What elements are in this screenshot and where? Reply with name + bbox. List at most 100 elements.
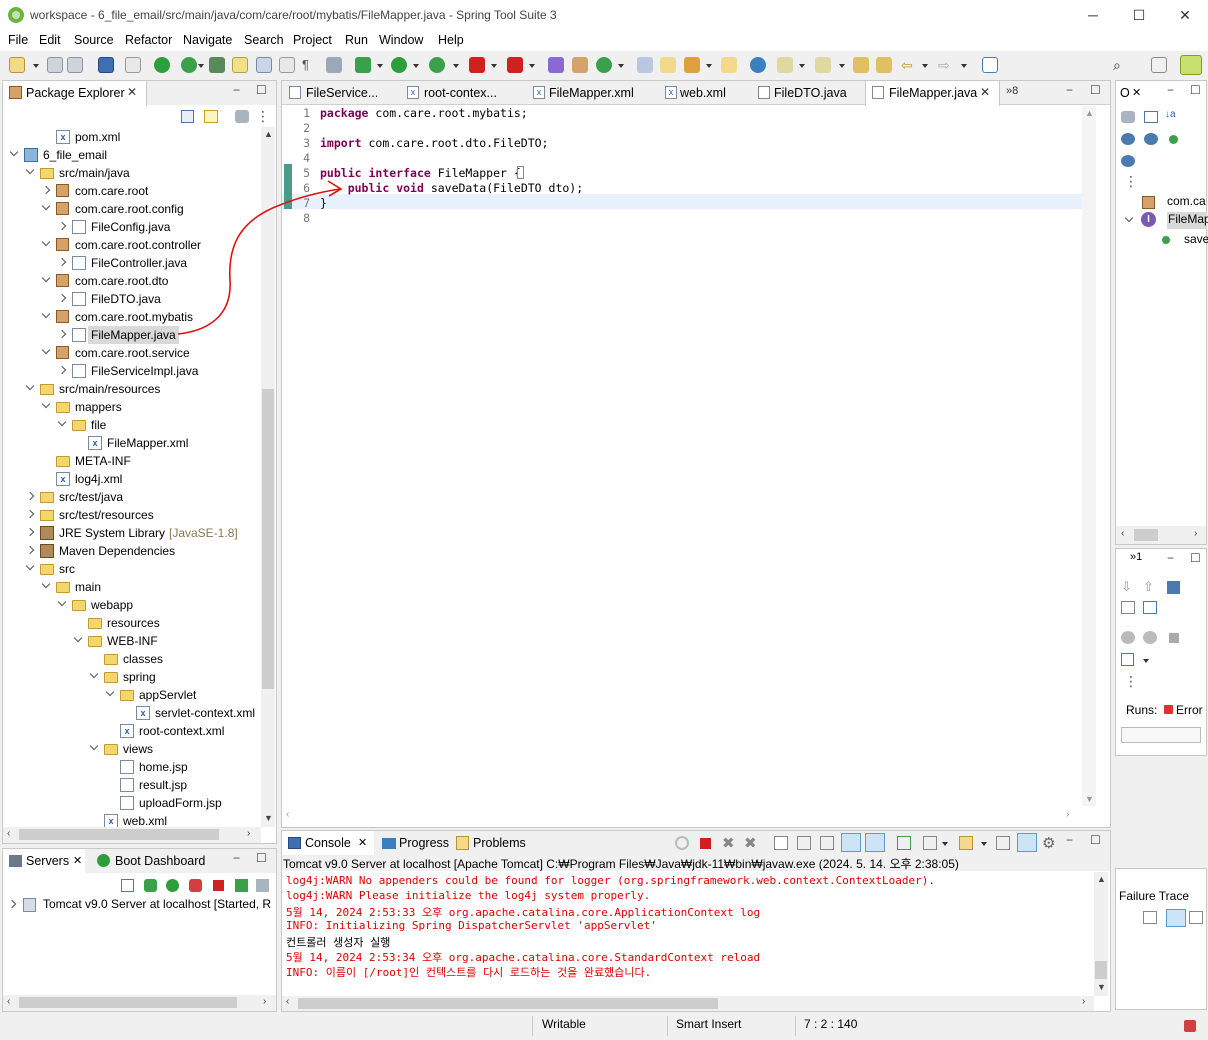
minimize-icon[interactable]: − (1167, 83, 1174, 97)
start-server-icon[interactable] (166, 879, 179, 892)
display-console-dropdown-icon[interactable] (942, 842, 948, 846)
scroll-left-icon[interactable]: ‹ (1121, 528, 1124, 539)
sort-icon[interactable]: ↓a (1165, 109, 1176, 120)
hide-fields-icon[interactable] (1121, 111, 1135, 123)
maximize-icon[interactable]: ☐ (1090, 833, 1101, 847)
scroll-thumb[interactable] (1095, 961, 1107, 979)
status-cursor-position: 7 : 2 : 140 (804, 1017, 858, 1031)
remove-icon[interactable]: ✖ (722, 834, 735, 852)
copy-icon[interactable] (996, 836, 1010, 850)
failures-only-icon[interactable] (1167, 581, 1180, 594)
maximize-icon[interactable]: ☐ (1190, 551, 1201, 565)
h-scroll-thumb[interactable] (19, 997, 237, 1008)
scroll-up-icon[interactable]: ▲ (1097, 874, 1106, 884)
open-console-dropdown-icon[interactable] (981, 842, 987, 846)
console-line: INFO: Initializing Spring DispatcherServ… (286, 919, 657, 932)
scroll-left-icon[interactable]: ‹ (7, 996, 10, 1007)
close-icon[interactable]: ✕ (73, 854, 82, 867)
stop-icon[interactable] (1169, 633, 1179, 643)
publish-icon[interactable] (235, 879, 248, 892)
history-dropdown-icon[interactable] (1143, 659, 1149, 663)
status-insert-mode[interactable]: Smart Insert (676, 1017, 741, 1031)
public-filter-icon[interactable] (1169, 135, 1178, 144)
profile-server-icon[interactable] (189, 879, 202, 892)
outline-method[interactable]: save (1184, 232, 1208, 246)
server-row[interactable]: Tomcat v9.0 Server at localhost [Started… (3, 896, 276, 914)
spring-boot-icon (97, 854, 110, 867)
maximize-icon[interactable]: ☐ (256, 851, 267, 865)
interface-icon: I (1141, 212, 1156, 227)
filter-stack-icon[interactable] (1166, 909, 1186, 927)
disconnect-icon[interactable] (256, 879, 269, 892)
settings-icon[interactable]: ⚙ (1042, 834, 1055, 852)
display-console-icon[interactable] (923, 836, 937, 850)
tab-console[interactable]: Console ✕ (282, 831, 374, 856)
console-horizontal-scrollbar[interactable]: ‹ › (282, 996, 1094, 1011)
word-wrap-icon[interactable] (820, 836, 834, 850)
console-output[interactable]: log4j:WARN No appenders could be found f… (282, 872, 1094, 996)
scroll-left-icon[interactable]: ‹ (286, 996, 289, 1007)
outline-interface[interactable]: FileMap (1168, 212, 1208, 226)
outline-horizontal-scrollbar[interactable]: ‹ › (1116, 526, 1206, 544)
ansi-color-icon[interactable] (1017, 833, 1037, 852)
next-failure-icon[interactable]: ⇩ (1121, 579, 1132, 595)
hide-local-types-icon[interactable] (1121, 155, 1135, 167)
hide-non-public-icon[interactable] (1144, 133, 1158, 145)
copy-trace-icon[interactable] (1189, 911, 1203, 924)
show-stderr-icon[interactable] (865, 833, 885, 852)
rerun-failed-icon[interactable] (1143, 631, 1157, 644)
minimize-icon[interactable]: − (1066, 833, 1073, 847)
compare-icon[interactable] (1143, 911, 1157, 924)
h-scroll-thumb[interactable] (298, 998, 718, 1009)
open-console-icon[interactable] (959, 836, 973, 850)
error-log-icon[interactable] (1184, 1020, 1196, 1032)
collapse-all-icon[interactable] (1144, 111, 1158, 123)
close-icon[interactable]: ✕ (358, 836, 367, 849)
tab-progress[interactable]: Progress (380, 831, 452, 855)
maximize-icon[interactable]: ☐ (1190, 83, 1201, 97)
debug-server-icon[interactable] (144, 879, 157, 892)
console-vertical-scrollbar[interactable]: ▲ ▼ (1094, 872, 1108, 996)
skipped-icon[interactable] (1121, 601, 1135, 614)
previous-failure-icon[interactable]: ⇧ (1143, 579, 1154, 595)
console-line: log4j:WARN No appenders could be found f… (286, 874, 936, 887)
progress-bar (1121, 727, 1201, 743)
show-stdout-icon[interactable] (841, 833, 861, 852)
hide-static-icon[interactable] (1121, 133, 1135, 145)
scroll-down-icon[interactable]: ▼ (1097, 982, 1106, 992)
progress-label: Progress (399, 836, 450, 850)
remove-launch-icon[interactable] (675, 836, 689, 850)
terminate-icon[interactable] (700, 838, 711, 849)
expand-icon[interactable] (1124, 213, 1134, 223)
scroll-lock-icon[interactable] (1143, 601, 1157, 614)
clear-console-icon[interactable] (774, 836, 788, 850)
scroll-lock-icon[interactable] (797, 836, 811, 850)
console-label: Console (305, 836, 351, 850)
tab-boot-dashboard[interactable]: Boot Dashboard (95, 849, 215, 873)
outline-package[interactable]: com.ca (1167, 194, 1206, 208)
status-divider (667, 1016, 668, 1036)
history-icon[interactable] (1121, 653, 1134, 666)
tab-problems[interactable]: Problems (454, 831, 534, 855)
scroll-right-icon[interactable]: › (263, 996, 266, 1007)
more-icon[interactable]: ⋮ (1124, 173, 1138, 190)
junit-tabs-overflow[interactable]: »1 (1130, 551, 1142, 563)
rerun-icon[interactable] (1121, 631, 1135, 644)
minimize-icon[interactable]: − (1167, 551, 1174, 565)
close-icon[interactable]: ✕ (1132, 86, 1141, 99)
stop-server-icon[interactable] (213, 880, 224, 891)
servers-horizontal-scrollbar[interactable]: ‹ › (3, 995, 276, 1011)
h-scroll-thumb[interactable] (1134, 529, 1158, 541)
expand-icon[interactable] (7, 899, 17, 909)
minimize-icon[interactable]: − (233, 851, 240, 865)
tab-servers[interactable]: Servers ✕ (3, 849, 85, 874)
more-icon[interactable]: ⋮ (1124, 673, 1138, 690)
pin-console-icon[interactable] (897, 836, 911, 850)
scroll-right-icon[interactable]: › (1194, 528, 1197, 539)
progress-icon (382, 838, 396, 849)
scroll-right-icon[interactable]: › (1082, 996, 1085, 1007)
remove-all-icon[interactable]: ✖ (744, 834, 757, 852)
collapse-icon[interactable] (121, 879, 134, 892)
tomcat-icon (23, 898, 36, 912)
tab-outline[interactable]: O ✕ − ☐ (1116, 81, 1206, 105)
